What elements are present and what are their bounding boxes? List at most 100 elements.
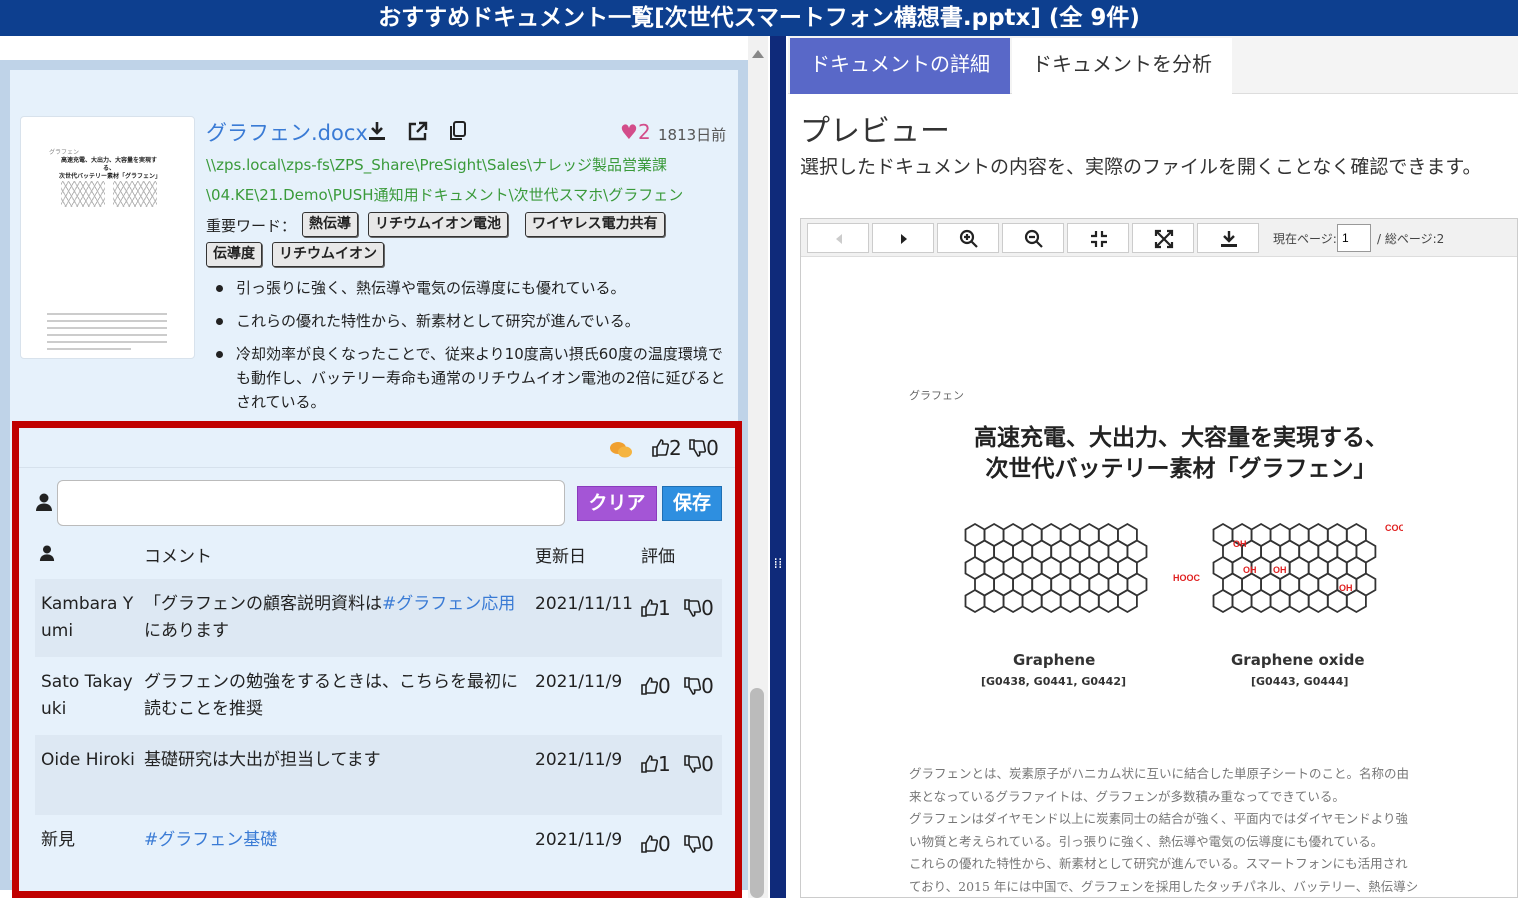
keyword-tag[interactable]: リチウムイオン電池	[368, 212, 508, 237]
scroll-up-arrow-icon[interactable]	[752, 50, 764, 58]
document-title-link[interactable]: グラフェン.docx	[206, 117, 368, 147]
hexagon-ring	[1040, 588, 1062, 614]
keyword-tag[interactable]: ワイヤレス電力共有	[525, 212, 665, 237]
summary-bullet: 冷却効率が良くなったことで、従来より10度高い摂氏60度の温度環境でも動作し、バ…	[214, 342, 734, 414]
left-scrollbar[interactable]	[748, 36, 768, 898]
thumbs-up-icon[interactable]	[651, 438, 669, 458]
current-page-input[interactable]	[1337, 224, 1371, 252]
comment-tag-link[interactable]: #グラフェン基礎	[144, 830, 277, 850]
open-external-icon[interactable]	[407, 120, 429, 142]
graphene-oxide-structure-image: COOH HOOC OH OH OH OH	[1173, 522, 1403, 614]
document-rating: 2 0	[651, 436, 719, 460]
download-button[interactable]	[1197, 223, 1259, 253]
document-thumbnail[interactable]: グラフェン 高速充電、大出力、大容量を実現する、 次世代バッテリー素材「グラフェ…	[20, 116, 195, 359]
page-body-text: グラフェンとは、炭素原子がハニカム状に互いに結合した単原子シートのこと。名称の由…	[909, 766, 1419, 894]
comment-row: Sato Takayuki グラフェンの勉強をするときは、こちらを最初に読むこと…	[35, 657, 722, 735]
thumbs-up-icon[interactable]	[640, 754, 658, 774]
fullscreen-button[interactable]	[1132, 223, 1194, 253]
graphene-oxide-label: Graphene oxide	[1231, 651, 1365, 669]
document-detail-panel: ドキュメントの詳細 ドキュメントを分析 プレビュー 選択したドキュメントの内容を…	[788, 36, 1518, 898]
zoom-in-icon	[959, 229, 978, 248]
prev-page-button[interactable]	[807, 223, 869, 253]
comment-text: 「グラフェンの顧客説明資料は#グラフェン応用 にあります	[144, 594, 516, 641]
heart-icon[interactable]: ♥	[620, 120, 638, 144]
thumbs-up-icon[interactable]	[640, 834, 658, 854]
thumbs-down-icon[interactable]	[688, 438, 707, 458]
comment-date: 2021/11/11	[535, 594, 633, 614]
splitter-grip-icon[interactable]: ⁞⁞	[773, 556, 783, 578]
save-button[interactable]: 保存	[662, 486, 722, 521]
svg-text:COOH: COOH	[1385, 523, 1403, 533]
user-column-icon	[39, 545, 55, 561]
thumbs-up-icon[interactable]	[640, 676, 658, 696]
compress-icon	[1091, 231, 1107, 247]
comment-date: 2021/11/9	[535, 672, 623, 692]
download-icon[interactable]	[366, 120, 388, 142]
comment-input[interactable]	[57, 480, 565, 526]
next-page-button[interactable]	[872, 223, 934, 253]
column-updated: 更新日	[535, 547, 586, 567]
thumbs-down-icon[interactable]	[683, 598, 702, 618]
thumbnail-header: グラフェン	[49, 149, 80, 156]
summary-bullet: 引っ張りに強く、熱伝導や電気の伝導度にも優れている。	[214, 276, 734, 300]
comment-date: 2021/11/9	[535, 750, 623, 770]
hexagon-ring	[1231, 588, 1253, 614]
panel-splitter[interactable]: ⁞⁞	[770, 36, 786, 898]
comment-user: 新見	[41, 830, 75, 850]
comment-tag-link[interactable]: #グラフェン応用	[382, 594, 515, 614]
keyword-tag[interactable]: 伝導度	[206, 242, 262, 267]
comment-rating: 0 0	[640, 831, 714, 858]
bad-count: 0	[706, 436, 719, 460]
graphene-structure-image	[964, 522, 1148, 614]
comment-row: Kambara Yumi 「グラフェンの顧客説明資料は#グラフェン応用 にありま…	[35, 579, 722, 657]
column-comment: コメント	[144, 547, 212, 567]
document-path-line1[interactable]: \\zps.local\zps-fs\ZPS_Share\PreSight\Sa…	[206, 154, 667, 175]
triangle-right-icon	[901, 234, 907, 244]
expand-icon	[1154, 229, 1174, 249]
keyword-tag[interactable]: リチウムイオン	[272, 242, 384, 267]
thumbnail-body-text	[47, 313, 167, 355]
summary-bullet: これらの優れた特性から、新素材として研究が進んでいる。	[214, 309, 734, 333]
comment-text: 基礎研究は大出が担当してます	[144, 750, 381, 770]
svg-text:HOOC: HOOC	[1173, 573, 1201, 583]
copy-path-icon[interactable]	[447, 120, 469, 142]
document-path-line2[interactable]: \04.KE\21.Demo\PUSH通知用ドキュメント\次世代スマホ\グラフェ…	[206, 184, 683, 205]
comment-row: Oide Hiroki 基礎研究は大出が担当してます 2021/11/9 1 0	[35, 735, 722, 815]
comments-panel: 2 0 クリア 保存 コメント 更新日 評価 Kambara Yumi 「グラフ…	[12, 421, 742, 898]
zoom-out-icon	[1024, 229, 1043, 248]
window-title: おすすめドキュメント一覧[次世代スマートフォン構想書.pptx] (全 9件)	[0, 0, 1518, 36]
clear-button[interactable]: クリア	[577, 486, 657, 521]
triangle-left-icon	[836, 234, 842, 244]
keyword-tag[interactable]: 熱伝導	[302, 212, 358, 237]
document-page: グラフェン 高速充電、大出力、大容量を実現する、 次世代バッテリー素材「グラフェ…	[801, 257, 1517, 897]
svg-text:OH: OH	[1339, 583, 1353, 593]
scrollbar-thumb[interactable]	[750, 688, 764, 898]
hexagon-ring	[1021, 588, 1043, 614]
thumbnail-title: 高速充電、大出力、大容量を実現する、 次世代バッテリー素材「グラフェン」	[59, 157, 162, 180]
zoom-out-button[interactable]	[1002, 223, 1064, 253]
like-counter[interactable]: ♥2	[620, 120, 651, 144]
page-header: グラフェン	[909, 389, 964, 402]
comments-icon[interactable]	[609, 440, 633, 460]
graphene-oxide-diagram	[113, 181, 157, 207]
hexagon-ring	[1059, 588, 1081, 614]
graphene-label: Graphene	[1013, 651, 1096, 669]
thumbs-down-icon[interactable]	[683, 676, 702, 696]
recommendation-list-panel: グラフェン 高速充電、大出力、大容量を実現する、 次世代バッテリー素材「グラフェ…	[0, 36, 768, 898]
graphene-oxide-code: [G0443, G0444]	[1251, 675, 1349, 688]
document-viewer: 現在ページ: / 総ページ:2 グラフェン 高速充電、大出力、大容量を実現する、…	[800, 218, 1518, 898]
thumbs-down-icon[interactable]	[683, 834, 702, 854]
good-count: 2	[669, 436, 682, 460]
comments-table-header: コメント 更新日 評価	[35, 536, 725, 576]
fit-page-button[interactable]	[1067, 223, 1129, 253]
svg-text:OH: OH	[1243, 565, 1257, 575]
thumbs-up-icon[interactable]	[640, 598, 658, 618]
tab-analyze-document[interactable]: ドキュメントを分析	[1012, 38, 1232, 94]
preview-description: 選択したドキュメントの内容を、実際のファイルを開くことなく確認できます。	[800, 156, 1482, 178]
tab-document-details[interactable]: ドキュメントの詳細	[790, 38, 1010, 94]
user-icon	[36, 493, 52, 511]
total-pages-label: / 総ページ:2	[1377, 232, 1445, 246]
zoom-in-button[interactable]	[937, 223, 999, 253]
comment-rating: 1 0	[640, 595, 714, 622]
thumbs-down-icon[interactable]	[683, 754, 702, 774]
